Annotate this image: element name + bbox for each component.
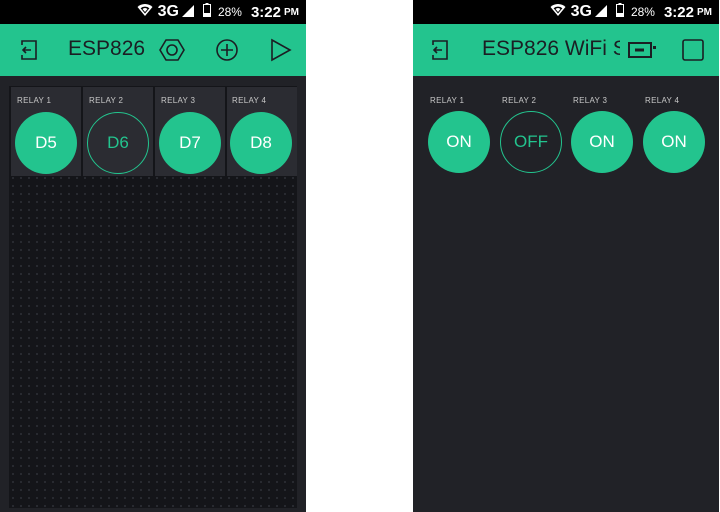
- relay-button-text: D8: [250, 133, 272, 152]
- relay-button[interactable]: D5: [15, 112, 77, 174]
- relay-label-text: RELAY 4: [232, 96, 267, 105]
- relay-button-text: OFF: [514, 132, 548, 151]
- clock-ampm: PM: [697, 6, 712, 18]
- signal-icon: [181, 4, 194, 21]
- add-widget-icon[interactable]: [213, 36, 241, 64]
- relay-button-text: D6: [107, 133, 129, 152]
- clock-time: 3:22: [663, 3, 694, 21]
- relay-button-text: ON: [589, 132, 615, 151]
- exit-icon[interactable]: [427, 36, 455, 64]
- relay-button[interactable]: ON: [571, 111, 633, 173]
- signal-icon: [594, 4, 607, 21]
- relay-button[interactable]: ON: [428, 111, 490, 173]
- status-bar: 3G 28% 3:22 PM: [0, 0, 306, 24]
- relay-label-text: RELAY 3: [573, 96, 608, 105]
- exit-icon[interactable]: [16, 36, 44, 64]
- relay-button[interactable]: D6: [87, 112, 149, 174]
- battery-percent: 28%: [217, 5, 242, 19]
- play-icon[interactable]: [266, 36, 294, 64]
- relay-button-text: ON: [446, 132, 472, 151]
- relay-button[interactable]: OFF: [500, 111, 562, 173]
- settings-icon[interactable]: [158, 36, 186, 64]
- clock-time: 3:22: [250, 3, 281, 21]
- relay-label-text: RELAY 1: [430, 96, 465, 105]
- relay-button-text: D5: [35, 133, 57, 152]
- wifi-icon: [137, 3, 153, 21]
- status-bar: 3G 28% 3:22 PM: [413, 0, 719, 24]
- project-title: ESP826: [68, 37, 146, 60]
- relay-button[interactable]: ON: [643, 111, 705, 173]
- stop-icon[interactable]: [679, 36, 707, 64]
- relay-label-text: RELAY 4: [645, 96, 680, 105]
- project-title: ESP826 WiFi S: [482, 37, 620, 60]
- wifi-icon: [550, 3, 566, 21]
- run-screen: 3G 28% 3:22 PM ESP826 WiFi S RELAY 1 ON …: [413, 0, 719, 512]
- relay-label-text: RELAY 2: [89, 96, 124, 105]
- app-bar: ESP826 WiFi S: [413, 24, 719, 76]
- relay-label-text: RELAY 1: [17, 96, 52, 105]
- network-type: 3G: [157, 3, 179, 20]
- clock-ampm: PM: [284, 6, 299, 18]
- battery-icon: [615, 3, 624, 21]
- relay-button-text: ON: [661, 132, 687, 151]
- relay-button[interactable]: D8: [230, 112, 292, 174]
- device-icon[interactable]: [626, 36, 658, 64]
- edit-screen: 3G 28% 3:22 PM ESP826 RELAY 1 D5 RELAY 2…: [0, 0, 306, 512]
- network-type: 3G: [570, 3, 592, 20]
- app-bar: ESP826: [0, 24, 306, 76]
- battery-icon: [202, 3, 211, 21]
- battery-percent: 28%: [630, 5, 655, 19]
- relay-label-text: RELAY 3: [161, 96, 196, 105]
- relay-button[interactable]: D7: [159, 112, 221, 174]
- relay-label-text: RELAY 2: [502, 96, 537, 105]
- relay-button-text: D7: [179, 133, 201, 152]
